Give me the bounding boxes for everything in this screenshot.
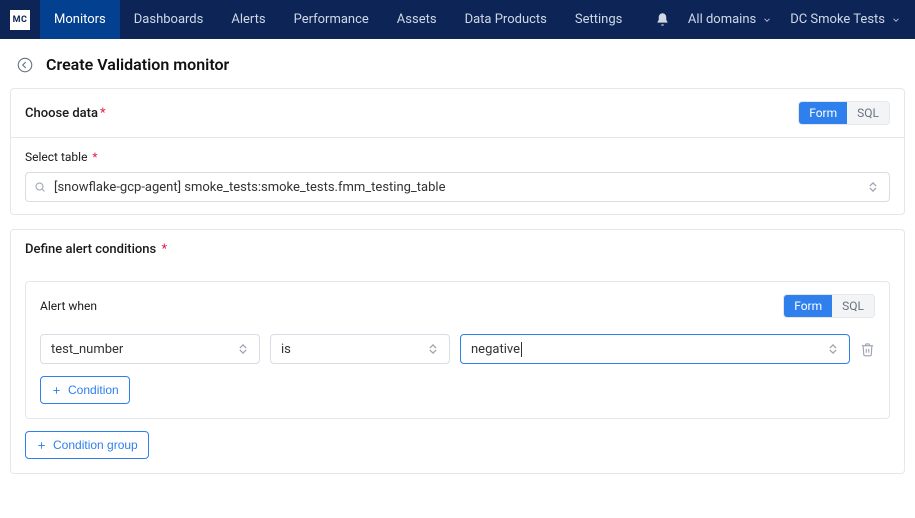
condition-card: Alert when Form SQL test_number	[25, 281, 890, 419]
alert-when-label: Alert when	[40, 299, 97, 313]
required-indicator: *	[100, 106, 106, 121]
toggle-form-condition[interactable]: Form	[784, 295, 832, 317]
domain-dropdown[interactable]: All domains	[688, 12, 772, 27]
logo[interactable]: MC	[10, 10, 30, 30]
alert-conditions-panel: Define alert conditions * Alert when For…	[10, 229, 905, 474]
choose-data-toggle: Form SQL	[798, 101, 890, 125]
select-table-input[interactable]: [snowflake-gcp-agent] smoke_tests:smoke_…	[25, 172, 890, 202]
operator-select[interactable]: is	[270, 334, 450, 364]
choose-data-title: Choose data	[25, 106, 98, 121]
nav-data-products[interactable]: Data Products	[451, 0, 561, 39]
required-indicator: *	[158, 242, 167, 257]
nav-dashboards[interactable]: Dashboards	[120, 0, 218, 39]
add-condition-group-button[interactable]: Condition group	[25, 431, 149, 459]
required-indicator: *	[92, 150, 97, 164]
trash-icon[interactable]	[860, 342, 875, 357]
toggle-sql-condition[interactable]: SQL	[832, 295, 874, 317]
toggle-sql[interactable]: SQL	[847, 102, 889, 124]
nav-monitors[interactable]: Monitors	[40, 0, 120, 39]
operator-select-value: is	[281, 342, 291, 357]
bell-icon[interactable]	[655, 12, 670, 27]
chevron-down-icon	[891, 15, 901, 25]
field-select[interactable]: test_number	[40, 334, 260, 364]
nav-settings[interactable]: Settings	[561, 0, 636, 39]
plus-icon	[36, 440, 47, 451]
condition-toggle: Form SQL	[783, 294, 875, 318]
page-title: Create Validation monitor	[46, 55, 229, 74]
account-dropdown[interactable]: DC Smoke Tests	[790, 12, 901, 27]
value-select[interactable]: negative	[460, 334, 850, 364]
field-select-value: test_number	[51, 342, 123, 357]
domain-label: All domains	[688, 12, 756, 27]
back-icon[interactable]	[16, 56, 34, 74]
caret-icon	[239, 344, 249, 354]
select-table-label: Select table *	[25, 150, 890, 164]
selected-table-value: [snowflake-gcp-agent] smoke_tests:smoke_…	[54, 180, 445, 195]
caret-icon	[869, 182, 879, 192]
chevron-down-icon	[762, 15, 772, 25]
add-condition-group-label: Condition group	[53, 438, 138, 452]
nav-alerts[interactable]: Alerts	[217, 0, 279, 39]
toggle-form[interactable]: Form	[799, 102, 847, 124]
add-condition-label: Condition	[68, 383, 119, 397]
value-select-value: negative	[471, 342, 522, 357]
caret-icon	[829, 344, 839, 354]
alert-conditions-title: Define alert conditions	[25, 242, 156, 257]
account-label: DC Smoke Tests	[790, 12, 885, 27]
nav-assets[interactable]: Assets	[383, 0, 451, 39]
caret-icon	[429, 344, 439, 354]
top-nav: MC Monitors Dashboards Alerts Performanc…	[0, 0, 915, 39]
choose-data-panel: Choose data* Form SQL Select table * [sn…	[10, 88, 905, 215]
plus-icon	[51, 385, 62, 396]
add-condition-button[interactable]: Condition	[40, 376, 130, 404]
nav-performance[interactable]: Performance	[280, 0, 383, 39]
search-icon	[34, 181, 46, 193]
page-title-bar: Create Validation monitor	[0, 39, 915, 88]
